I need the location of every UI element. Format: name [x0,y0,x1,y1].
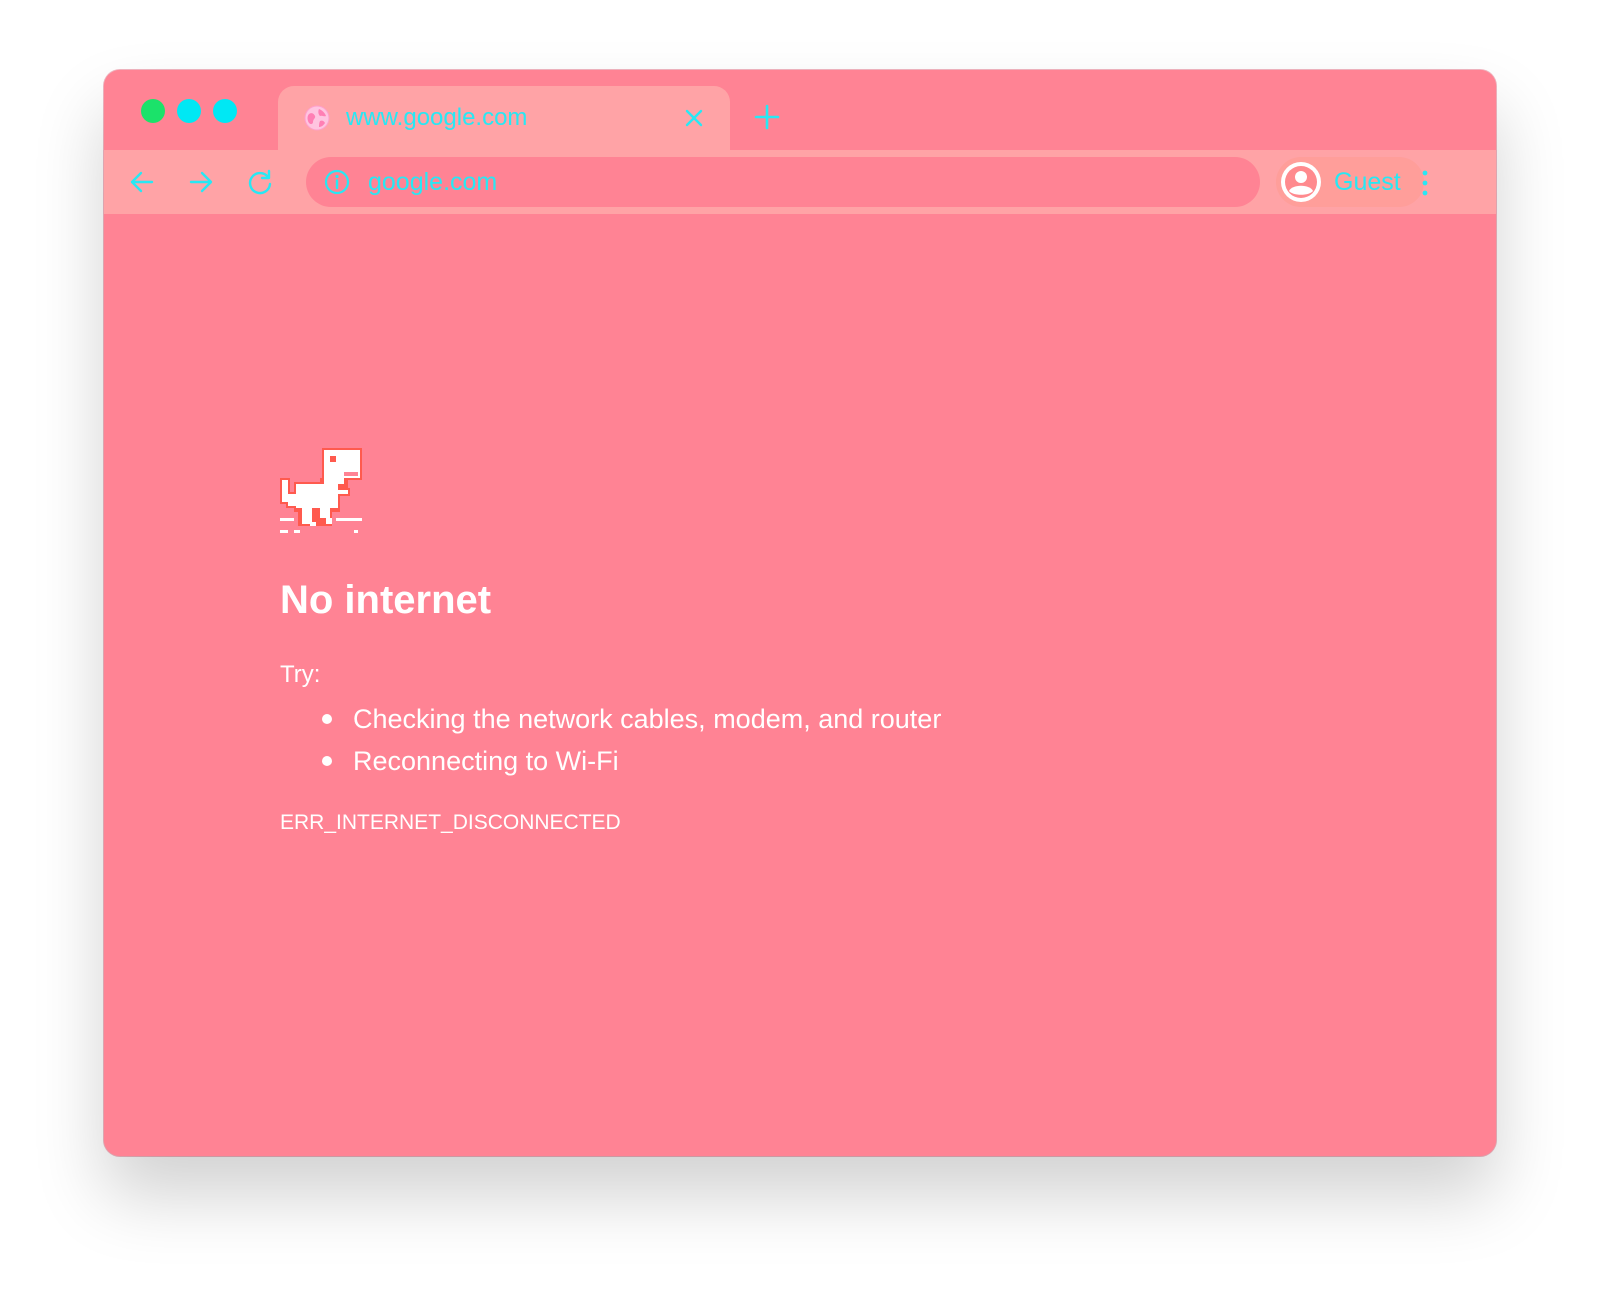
error-page: No internet Try: Checking the network ca… [104,214,1496,1156]
page-title: No internet [280,578,492,622]
window-close-button[interactable] [141,99,165,123]
address-bar[interactable]: google.com [306,157,1260,207]
info-icon[interactable] [324,169,350,195]
list-item: Reconnecting to Wi-Fi [322,740,941,782]
tab-strip: www.google.com [104,70,1496,150]
tab-title: www.google.com [346,104,528,131]
tab-active[interactable]: www.google.com [278,86,730,150]
toolbar: google.com Guest [104,150,1496,214]
window-maximize-button[interactable] [213,99,237,123]
list-item: Checking the network cables, modem, and … [322,698,942,740]
back-arrow-icon[interactable] [128,168,156,196]
reload-icon[interactable] [246,168,274,196]
browser-window: www.google.com google.com Guest No inter… [104,70,1496,1156]
forward-arrow-icon[interactable] [187,168,215,196]
url-text: google.com [368,168,498,196]
profile-button[interactable]: Guest [1276,157,1424,207]
error-code: ERR_INTERNET_DISCONNECTED [280,811,621,834]
vertical-dots-icon[interactable] [1418,168,1432,198]
profile-label: Guest [1334,168,1401,196]
bullet-icon [322,756,332,766]
bullet-icon [322,714,332,724]
plus-icon[interactable] [754,104,780,130]
dinosaur-icon[interactable] [280,448,364,536]
suggestion-list: Checking the network cables, modem, and … [280,698,941,782]
try-label: Try: [280,661,321,688]
close-icon[interactable] [684,108,704,128]
suggestion-text: Reconnecting to Wi-Fi [353,746,619,776]
window-minimize-button[interactable] [177,99,201,123]
avatar-icon [1280,161,1322,203]
globe-icon [304,105,330,131]
suggestion-text: Checking the network cables, modem, and … [353,704,942,734]
